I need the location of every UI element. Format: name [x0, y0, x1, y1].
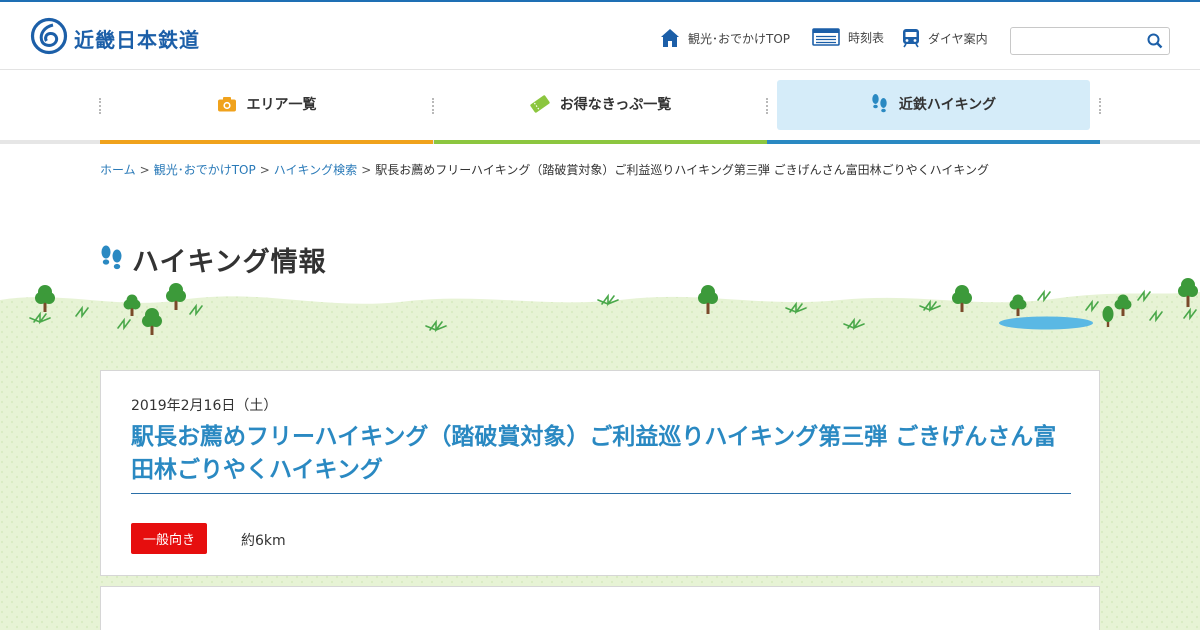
home-icon — [660, 28, 680, 48]
page-title: ハイキング情報 — [132, 247, 327, 278]
site-search — [1010, 27, 1170, 55]
tab-kintetsu-hiking[interactable]: 近鉄ハイキング — [767, 80, 1100, 144]
tab-underline — [434, 140, 767, 144]
kintetsu-logo-icon — [30, 17, 68, 59]
tab-underline — [767, 140, 1100, 144]
nav-separator — [1099, 98, 1101, 114]
search-input[interactable] — [1017, 32, 1142, 50]
train-icon — [902, 28, 920, 48]
breadcrumb-sightseeing-top[interactable]: 観光･おでかけTOP — [154, 163, 256, 177]
tab-ticket-list[interactable]: お得なきっぷ一覧 — [434, 80, 767, 144]
site-logo[interactable]: 近畿日本鉄道 — [30, 17, 200, 59]
breadcrumb-hiking-search[interactable]: ハイキング検索 — [274, 163, 357, 177]
breadcrumb-current: 駅長お薦めフリーハイキング（踏破賞対象）ご利益巡りハイキング第三弾 ごきげんさん… — [375, 163, 990, 177]
tab-underline — [100, 140, 433, 144]
footprint-icon — [100, 244, 124, 276]
event-distance: 約6km — [241, 533, 286, 549]
footprint-icon — [871, 93, 889, 115]
camera-icon — [217, 96, 237, 112]
hiking-event-card: 2019年2月16日（土） 駅長お薦めフリーハイキング（踏破賞対象）ご利益巡りハ… — [100, 370, 1100, 576]
header-link-diagram[interactable]: ダイヤ案内 — [902, 28, 988, 48]
timetable-icon — [812, 28, 840, 46]
page-heading: ハイキング情報 — [100, 240, 327, 279]
breadcrumb-separator: > — [139, 163, 150, 177]
header-link-timetable[interactable]: 時刻表 — [812, 28, 884, 46]
level-badge: 一般向き — [131, 523, 207, 554]
breadcrumb: ホーム > 観光･おでかけTOP > ハイキング検索 > 駅長お薦めフリーハイキング（踏破賞… — [100, 161, 1100, 178]
site-header: 近畿日本鉄道 観光･おでかけTOP 時刻表 ダイヤ案内 — [0, 2, 1200, 70]
event-title: 駅長お薦めフリーハイキング（踏破賞対象）ご利益巡りハイキング第三弾 ごきげんさん… — [131, 421, 1071, 494]
logo-text: 近畿日本鉄道 — [74, 27, 200, 52]
tab-area-list[interactable]: エリア一覧 — [100, 80, 433, 144]
search-icon[interactable] — [1147, 33, 1163, 53]
detail-card — [100, 586, 1100, 630]
ticket-icon — [530, 95, 550, 113]
header-link-sightseeing-top[interactable]: 観光･おでかけTOP — [660, 28, 790, 48]
breadcrumb-separator: > — [259, 163, 270, 177]
event-date: 2019年2月16日（土） — [131, 398, 278, 414]
breadcrumb-home[interactable]: ホーム — [100, 163, 136, 177]
breadcrumb-separator: > — [361, 163, 372, 177]
